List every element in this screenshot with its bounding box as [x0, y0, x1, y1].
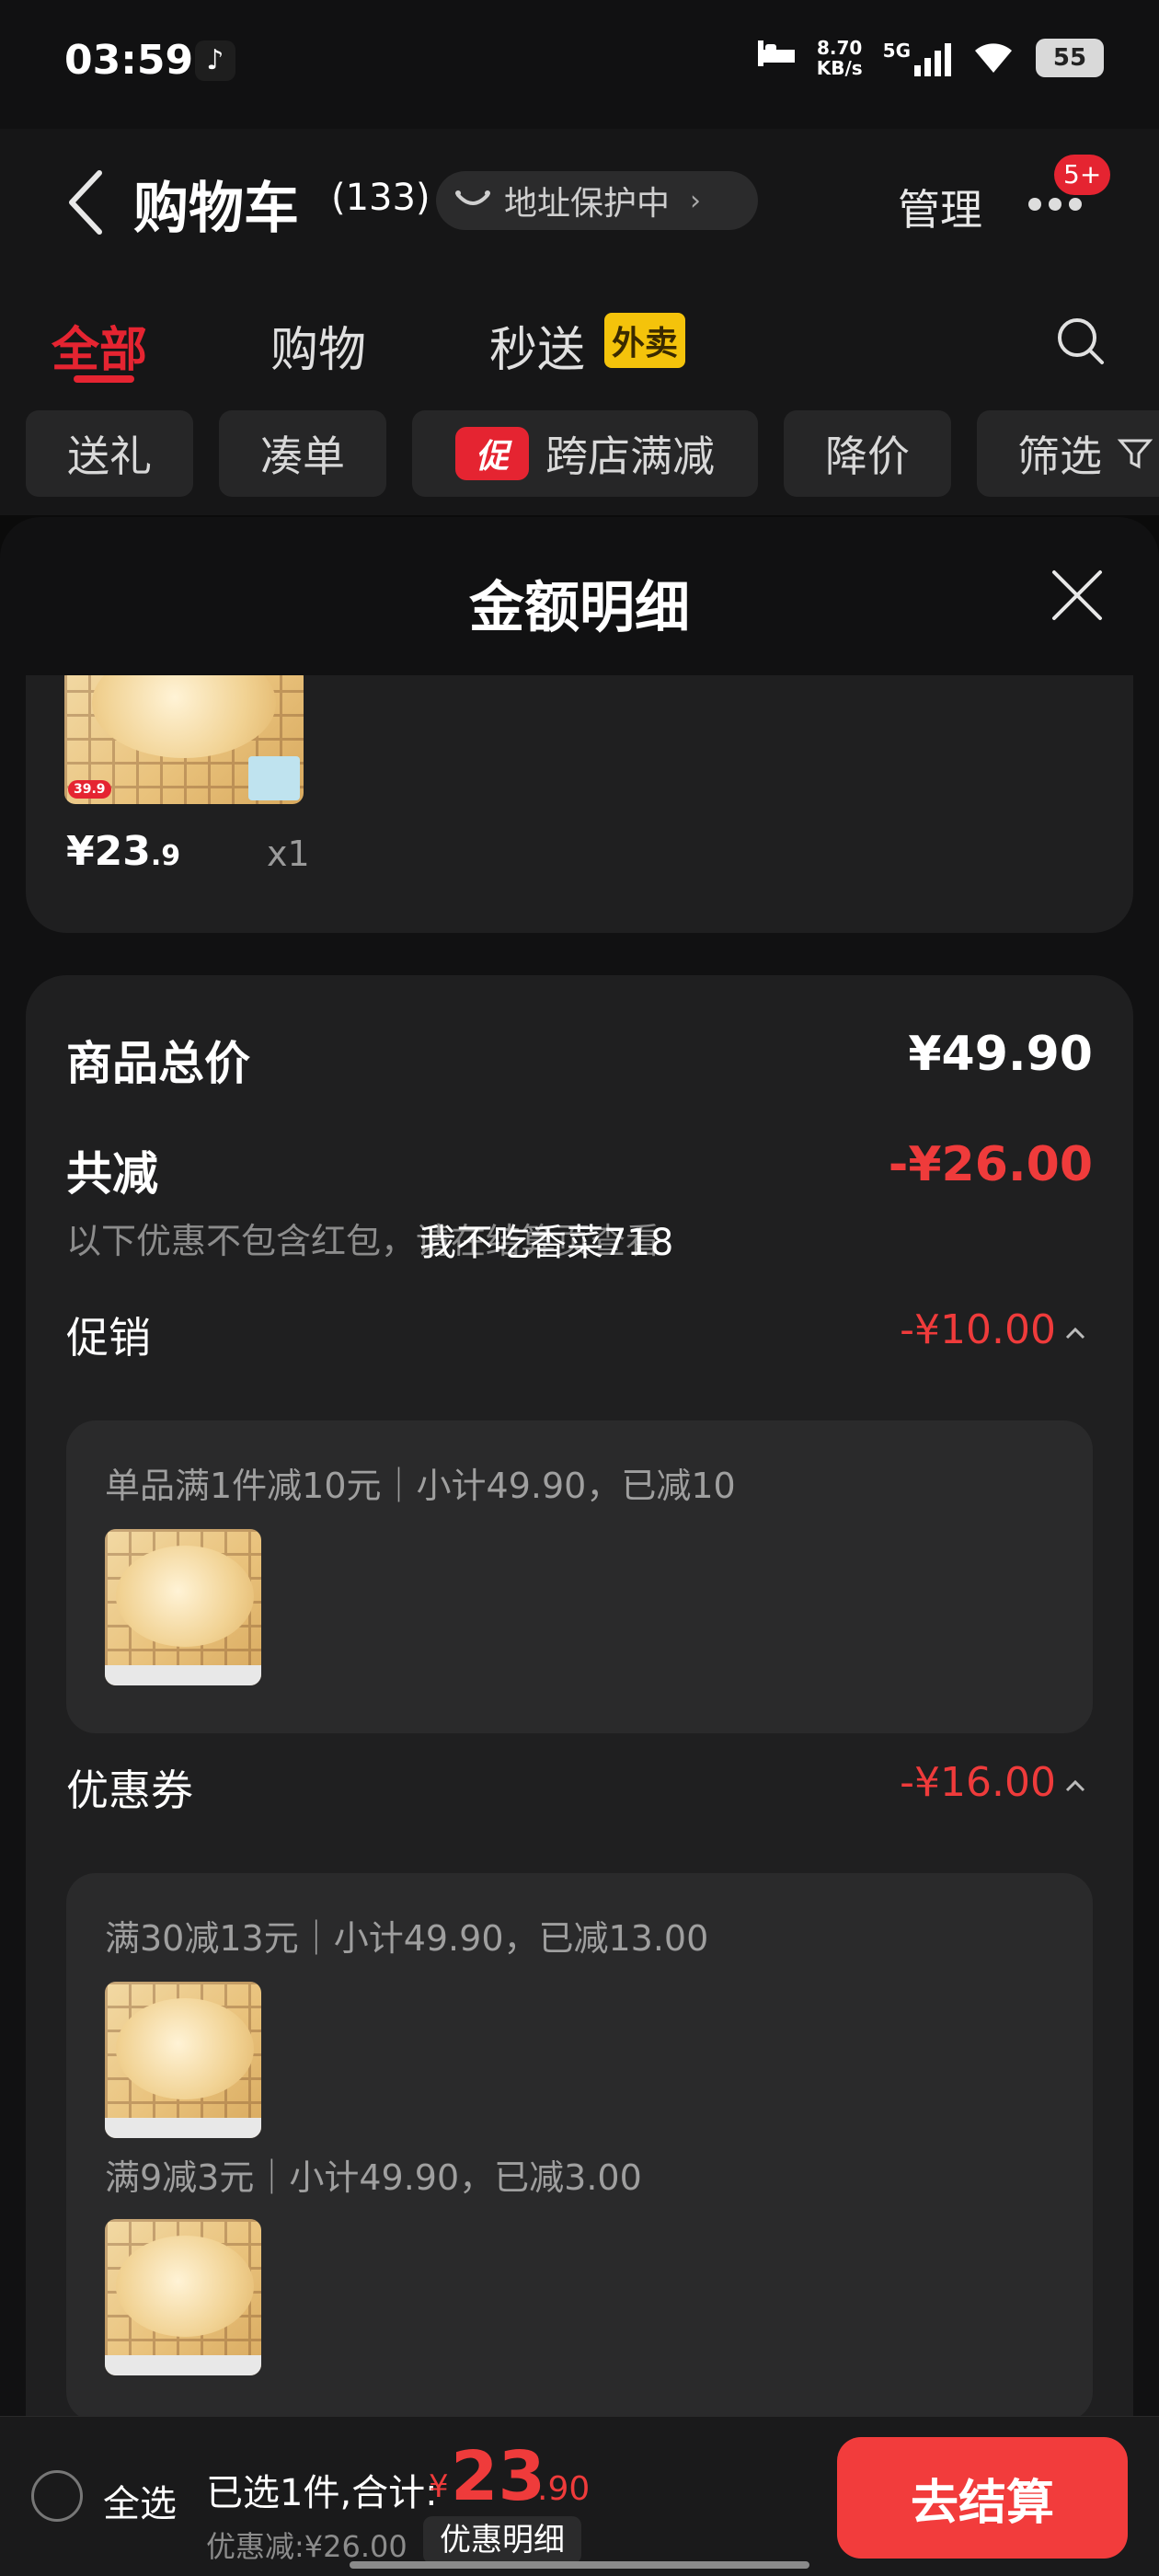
total-currency: ¥ [429, 2468, 449, 2505]
checkout-bar: 全选 已选1件,合计: ¥ 23 .90 优惠减:¥26.00 优惠明细 去结算 [0, 2416, 1159, 2576]
checkout-button[interactable]: 去结算 [837, 2437, 1128, 2559]
coupon-label: 优惠券 [66, 1765, 193, 1815]
back-arrow-icon[interactable] [64, 166, 107, 239]
product-thumbnail[interactable] [105, 1982, 261, 2138]
address-protection-pill[interactable]: 地址保护中 › [436, 171, 758, 230]
tab-shopping[interactable]: 购物 [270, 311, 366, 380]
net-speed-value: 8.70 [817, 36, 863, 59]
signal-bars-icon [914, 40, 951, 76]
tiktok-notification-icon: ♪ [195, 40, 235, 81]
coupon-value[interactable]: -¥16.00 [900, 1759, 1056, 1806]
status-bar: 03:59 ♪ 8.70 KB/s 5G 55 [0, 0, 1159, 129]
total-amount-integer: 23 [451, 2437, 545, 2516]
chevron-up-icon[interactable] [1063, 1774, 1087, 1798]
total-reduced-value: -¥26.00 [888, 1137, 1093, 1192]
select-all-label[interactable]: 全选 [103, 2474, 177, 2527]
coupon-line: 满9减3元｜小计49.90，已减3.00 [105, 2157, 642, 2198]
tab-active-indicator [74, 375, 134, 383]
waimai-badge: 外卖 [604, 313, 686, 368]
amount-detail-sheet: 金额明细 39.9 ¥23.9 x1 商品总价 ¥49.90 共减 -¥26.0… [0, 517, 1159, 2576]
price-breakdown-card: 商品总价 ¥49.90 共减 -¥26.00 以下优惠不包含红包，请在结算页查看… [26, 975, 1133, 2576]
item-price-main: ¥23 [66, 828, 151, 875]
discount-summary: 优惠减:¥26.00 [206, 2529, 407, 2564]
filter-cross-store[interactable]: 促跨店满减 [412, 410, 758, 497]
promo-badge: 促 [455, 427, 529, 480]
promo-line: 单品满1件减10元｜小计49.90，已减10 [105, 1466, 736, 1506]
message-badge: 5+ [1054, 155, 1111, 195]
product-thumbnail[interactable] [105, 2219, 261, 2375]
filter-screen[interactable]: 筛选 [977, 410, 1159, 497]
filter-gift[interactable]: 送礼 [26, 410, 193, 497]
wifi-icon [971, 38, 1016, 78]
filter-chips: 送礼 凑单 促跨店满减 降价 筛选 [0, 396, 1159, 515]
battery-indicator: 55 [1036, 38, 1104, 77]
chevron-right-icon: › [690, 184, 702, 217]
selected-item-card: 39.9 ¥23.9 x1 [26, 675, 1133, 933]
cart-tabs: 全部 购物 秒送 外卖 [0, 276, 1159, 396]
page-title: 购物车 [133, 177, 299, 241]
item-quantity: x1 [267, 834, 310, 874]
filter-cross-store-label: 跨店满减 [545, 431, 715, 481]
item-price: ¥23.9 [66, 828, 180, 875]
promo-label: 促销 [66, 1313, 151, 1363]
title-bar: 购物车 (133) 地址保护中 › 管理 5+ [0, 129, 1159, 276]
bed-icon [756, 37, 797, 78]
chevron-up-icon[interactable] [1063, 1321, 1087, 1345]
total-price-label: 商品总价 [66, 1037, 250, 1090]
smile-icon [455, 190, 490, 205]
select-all-checkbox[interactable] [31, 2470, 83, 2522]
search-icon[interactable] [1054, 315, 1107, 368]
net-speed: 8.70 KB/s [817, 38, 863, 78]
tab-miaosong[interactable]: 秒送 [489, 311, 585, 380]
coupon-line: 满30减13元｜小计49.90，已减13.00 [105, 1918, 709, 1959]
tab-all[interactable]: 全部 [52, 311, 147, 380]
filter-gift-label: 送礼 [67, 431, 152, 481]
home-indicator[interactable] [350, 2561, 809, 2569]
filter-add-on[interactable]: 凑单 [219, 410, 386, 497]
manage-button[interactable]: 管理 [898, 177, 982, 237]
product-thumbnail[interactable] [105, 1529, 261, 1685]
total-price-value: ¥49.90 [908, 1027, 1093, 1082]
discount-detail-button[interactable]: 优惠明细 [423, 2516, 581, 2564]
cart-count: (133) [331, 177, 430, 219]
filter-price-drop[interactable]: 降价 [784, 410, 951, 497]
net-speed-unit: KB/s [816, 56, 863, 79]
close-icon[interactable] [1050, 569, 1104, 622]
item-price-decimal: .9 [150, 840, 181, 872]
filter-add-on-label: 凑单 [260, 431, 345, 481]
user-watermark: 我不吃香菜718 [419, 1222, 674, 1264]
thumb-price-tag: 39.9 [68, 780, 111, 799]
address-protection-label: 地址保护中 [504, 185, 671, 223]
selected-summary: 已选1件,合计: [206, 2472, 438, 2514]
more-icon[interactable] [1028, 198, 1082, 211]
signal-label: 5G [882, 39, 911, 62]
filter-screen-label: 筛选 [1017, 431, 1102, 481]
sheet-title: 金额明细 [469, 576, 690, 640]
total-amount-decimal: .90 [537, 2470, 591, 2508]
coupon-detail-box: 满30减13元｜小计49.90，已减13.00 满9减3元｜小计49.90，已减… [66, 1873, 1093, 2421]
filter-funnel-icon [1117, 439, 1153, 469]
cellular-signal: 5G [883, 40, 951, 76]
product-thumbnail[interactable]: 39.9 [64, 675, 304, 804]
promo-detail-box: 单品满1件减10元｜小计49.90，已减10 [66, 1420, 1093, 1733]
status-time: 03:59 [64, 37, 194, 84]
status-icons: 8.70 KB/s 5G 55 [756, 37, 1104, 78]
total-reduced-label: 共减 [66, 1147, 158, 1201]
promo-value[interactable]: -¥10.00 [900, 1306, 1056, 1353]
filter-price-drop-label: 降价 [825, 431, 910, 481]
